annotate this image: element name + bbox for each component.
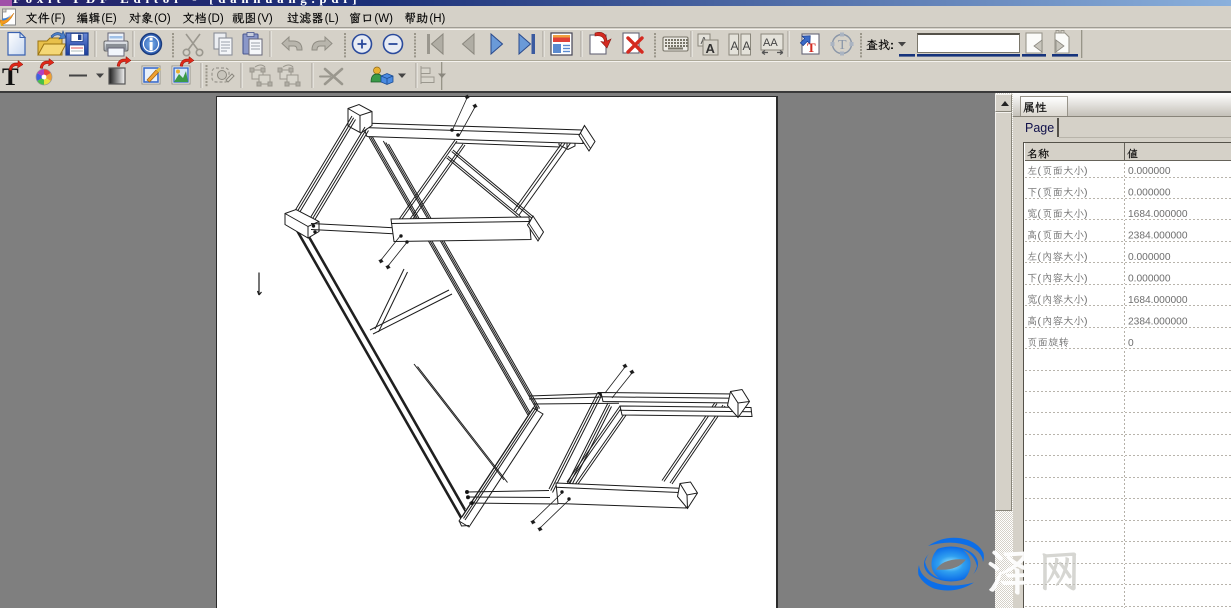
svg-text:): ) <box>1084 272 1088 284</box>
svg-text::: : <box>890 38 894 52</box>
svg-text:2384.000000: 2384.000000 <box>1128 231 1188 242</box>
svg-text:(H): (H) <box>429 13 445 25</box>
svg-text:): ) <box>1084 315 1088 327</box>
svg-text:(: ( <box>1038 315 1042 327</box>
svg-text:): ) <box>1084 251 1088 263</box>
svg-text:): ) <box>1084 208 1088 220</box>
svg-text:): ) <box>1084 165 1088 177</box>
svg-text:(: ( <box>1038 294 1042 306</box>
svg-text:(D): (D) <box>208 13 224 25</box>
svg-text:0.000000: 0.000000 <box>1128 188 1171 199</box>
svg-text:1684.000000: 1684.000000 <box>1128 295 1188 306</box>
svg-text:A: A <box>706 41 716 56</box>
svg-text:(: ( <box>1038 208 1042 220</box>
svg-text:(L): (L) <box>325 13 339 25</box>
svg-text:T: T <box>807 40 816 55</box>
svg-text:(E): (E) <box>101 13 117 25</box>
svg-text:): ) <box>1084 230 1088 242</box>
svg-text:0.000000: 0.000000 <box>1128 252 1171 263</box>
svg-text:A: A <box>731 39 739 53</box>
svg-text:Page: Page <box>1025 121 1054 135</box>
svg-text:(: ( <box>1038 165 1042 177</box>
svg-text:(: ( <box>1038 272 1042 284</box>
svg-text:T: T <box>838 38 847 53</box>
svg-text:(F): (F) <box>51 13 66 25</box>
svg-text:A: A <box>743 39 751 53</box>
svg-text:(: ( <box>1038 251 1042 263</box>
svg-text:0.000000: 0.000000 <box>1128 273 1171 284</box>
svg-text:0: 0 <box>1128 338 1134 349</box>
svg-text:0.000000: 0.000000 <box>1128 166 1171 177</box>
svg-text:1684.000000: 1684.000000 <box>1128 209 1188 220</box>
svg-text:(V): (V) <box>257 13 273 25</box>
svg-text:): ) <box>1084 294 1088 306</box>
svg-text:2384.000000: 2384.000000 <box>1128 316 1188 327</box>
svg-text:(: ( <box>1038 230 1042 242</box>
svg-text:(W): (W) <box>374 13 393 25</box>
svg-text:AA: AA <box>763 37 778 49</box>
svg-text:(O): (O) <box>154 13 171 25</box>
svg-text:(: ( <box>1038 187 1042 199</box>
svg-text:): ) <box>1084 187 1088 199</box>
